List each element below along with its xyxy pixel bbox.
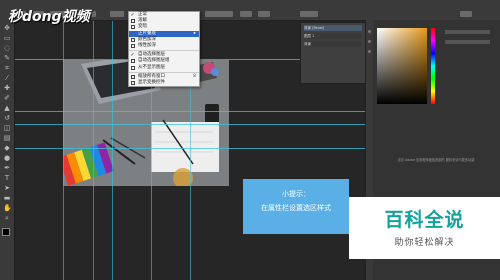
- layer-name: 背景: [304, 42, 311, 46]
- layer-name: 背景 (Panel): [304, 26, 325, 30]
- square-icon: [131, 74, 135, 79]
- panel-icon[interactable]: [368, 50, 371, 53]
- layer-row[interactable]: 图层 1: [304, 33, 362, 39]
- history-brush-icon[interactable]: ↺: [3, 114, 11, 122]
- workspace-switcher[interactable]: [300, 11, 318, 17]
- color-picker-field[interactable]: [377, 28, 427, 104]
- menu-separator: [129, 71, 199, 73]
- layer-row[interactable]: 背景: [304, 41, 362, 47]
- menu-item-label: 显示变换控件: [138, 79, 165, 85]
- tip-body: 在属性栏设置选区样式: [261, 204, 331, 212]
- tip-title: 小提示：: [282, 190, 310, 198]
- menu-item-label: 缩放所有窗口: [138, 73, 165, 79]
- menu-item-label: 自动选择图层: [138, 52, 165, 58]
- menu-item-label: 正片叠底: [138, 30, 156, 36]
- square-icon: [131, 80, 135, 85]
- blur-tool-icon[interactable]: ◆: [3, 144, 11, 152]
- square-icon: [131, 43, 135, 48]
- menu-separator: [129, 50, 199, 52]
- menu-item[interactable]: 从不显示图层: [129, 65, 199, 71]
- brand-slogan: 助你轻松解决: [394, 238, 455, 248]
- brand-title: 百科全说: [384, 209, 465, 231]
- menu-item-label: 溶解: [138, 18, 147, 24]
- square-icon: [131, 25, 135, 30]
- square-icon: [131, 59, 135, 64]
- crop-tool-icon[interactable]: ⌗: [3, 64, 11, 72]
- menu-item[interactable]: 显示变换控件: [129, 80, 199, 86]
- tip-overlay: 小提示： 在属性栏设置选区样式: [243, 179, 349, 234]
- menu-item[interactable]: 线性加深: [129, 43, 199, 49]
- panel-tab[interactable]: [445, 30, 490, 34]
- menu-item-label: 从不显示图层: [138, 64, 165, 70]
- guide-vertical[interactable]: [63, 21, 64, 280]
- menu-item-label: 颜色加深: [138, 36, 156, 42]
- path-select-tool-icon[interactable]: ➤: [3, 184, 11, 192]
- layer-name: 图层 1: [304, 34, 315, 38]
- guide-vertical[interactable]: [93, 21, 94, 280]
- hue-slider[interactable]: [431, 28, 435, 104]
- foreground-color-swatch[interactable]: [2, 228, 10, 236]
- healing-tool-icon[interactable]: ✚: [3, 84, 11, 92]
- search-icon[interactable]: [460, 11, 472, 17]
- square-icon: [131, 65, 135, 70]
- marquee-tool-icon[interactable]: ▭: [3, 34, 11, 42]
- panel-tab[interactable]: [445, 40, 490, 44]
- quick-select-tool-icon[interactable]: ✎: [3, 54, 11, 62]
- panel-icon[interactable]: [368, 30, 371, 33]
- type-tool-icon[interactable]: T: [3, 174, 11, 182]
- video-watermark: 秒dong视频: [8, 9, 90, 25]
- square-icon: [131, 37, 135, 42]
- stamp-tool-icon[interactable]: ▲: [3, 104, 11, 112]
- menu-item-label: 正常: [138, 12, 147, 17]
- context-menu: ✓ 正常 溶解 变暗 正片叠底 ▸ 颜色加深 线性加深 ✓ 自动选择图层 自动选择图层…: [128, 11, 200, 88]
- menu-item-label: 线性加深: [138, 42, 156, 48]
- lasso-tool-icon[interactable]: ◌: [3, 44, 11, 52]
- eyedropper-tool-icon[interactable]: ⁄: [3, 74, 11, 82]
- select-and-mask-button[interactable]: [205, 11, 233, 17]
- layers-panel: 背景 (Panel) 图层 1 背景: [300, 22, 366, 84]
- height-field[interactable]: [258, 11, 270, 17]
- brand-logo: 百科全说 助你轻松解决: [349, 197, 500, 259]
- menu-item-label: 变暗: [138, 24, 147, 30]
- panel-icon[interactable]: [368, 40, 371, 43]
- zoom-tool-icon[interactable]: ⌕: [3, 214, 11, 222]
- eraser-tool-icon[interactable]: ◫: [3, 124, 11, 132]
- square-icon: [131, 19, 135, 24]
- layer-row[interactable]: 背景 (Panel): [304, 25, 362, 31]
- width-field[interactable]: [240, 11, 252, 17]
- style-dropdown[interactable]: [110, 11, 124, 17]
- menu-item-label: 自动选择图层组: [138, 58, 170, 64]
- gradient-tool-icon[interactable]: ▤: [3, 134, 11, 142]
- pen-tool-icon[interactable]: ✒: [3, 164, 11, 172]
- shape-tool-icon[interactable]: ▬: [3, 194, 11, 202]
- guide-vertical[interactable]: [112, 21, 113, 280]
- tools-panel: ✥ ▭ ◌ ✎ ⌗ ⁄ ✚ ✐ ▲ ↺ ◫ ▤ ◆ ● ✒ T ➤ ▬ ✋ ⌕: [0, 20, 15, 280]
- hand-tool-icon[interactable]: ✋: [3, 204, 12, 212]
- panel-tip-text: 点击 Adobe 应用程序面板底部的 图标来访问更多功能: [397, 158, 475, 162]
- brush-tool-icon[interactable]: ✐: [3, 94, 11, 102]
- dodge-tool-icon[interactable]: ●: [3, 154, 11, 162]
